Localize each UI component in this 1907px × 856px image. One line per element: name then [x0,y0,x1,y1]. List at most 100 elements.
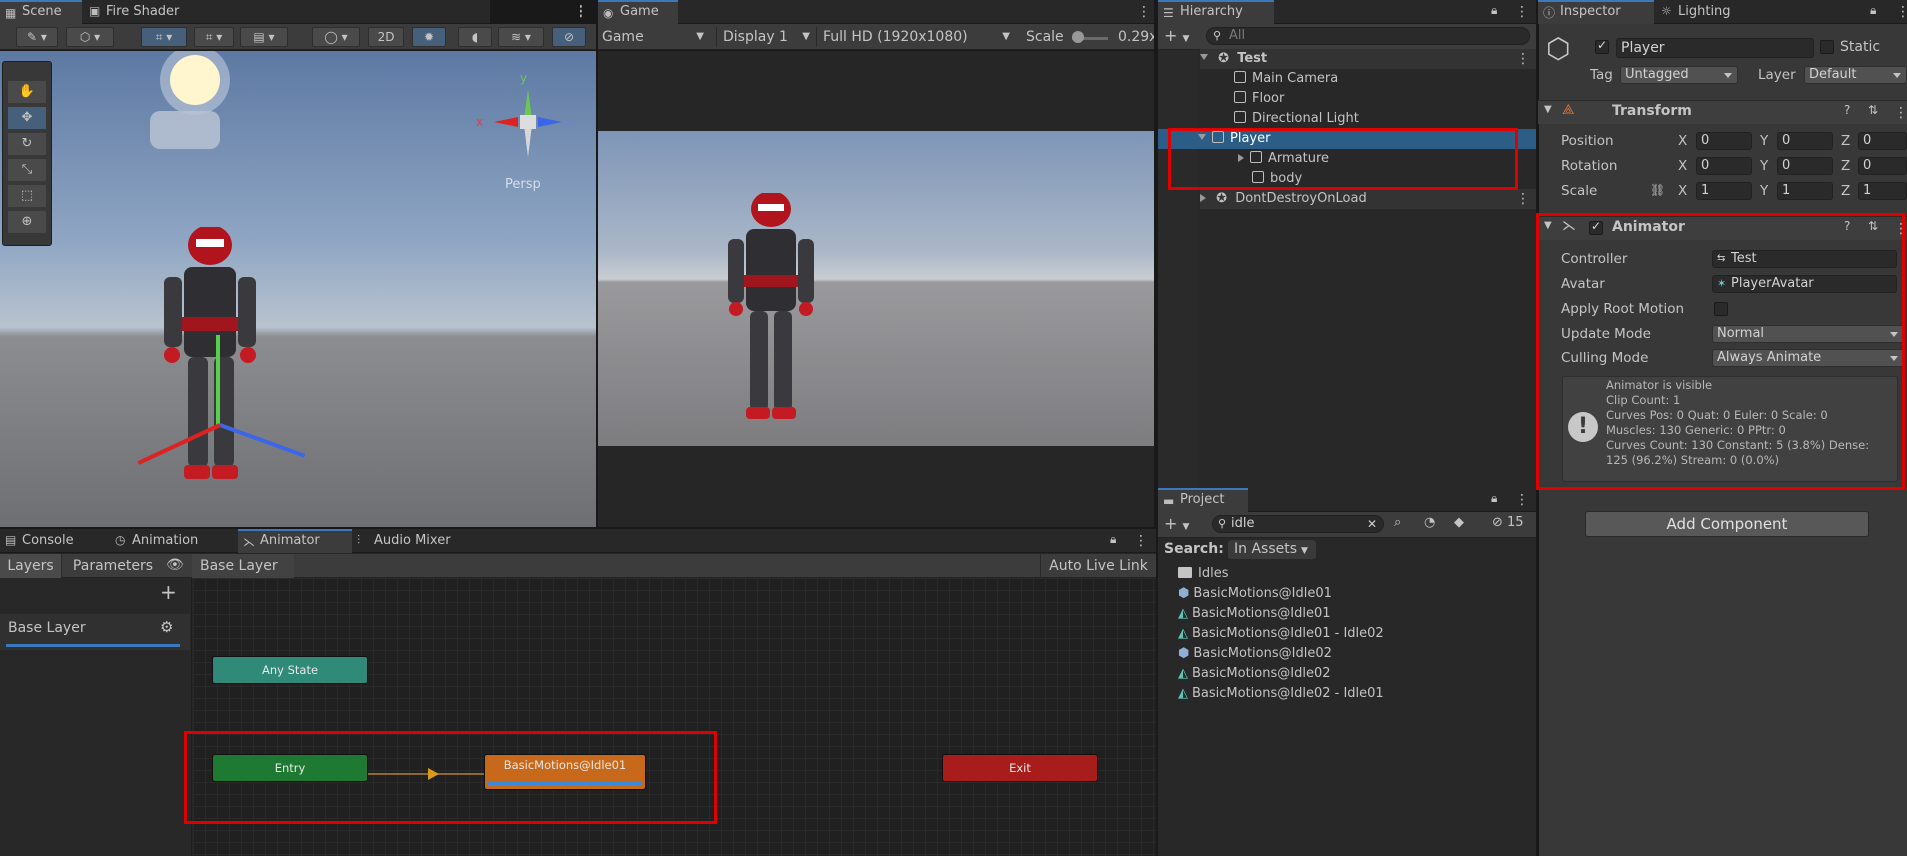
rotation-z-field[interactable]: 0 [1858,157,1907,175]
apply-root-motion-toggle[interactable] [1714,302,1728,316]
position-x-field[interactable]: 0 [1696,132,1752,150]
position-y-field[interactable]: 0 [1777,132,1833,150]
move-tool-icon[interactable]: ✥ [8,107,46,129]
layers-tab[interactable]: Layers [0,554,62,578]
game-view-dropdown[interactable]: Game ▼ [598,27,708,47]
hierarchy-item-test[interactable]: ✪ Test [1200,49,1536,69]
hierarchy-item-player[interactable]: Player [1158,129,1536,149]
search-by-type-icon[interactable]: ⌕ [1394,515,1401,530]
update-mode-dropdown[interactable]: Normal [1712,325,1904,343]
hierarchy-item-main-camera[interactable]: Main Camera [1234,69,1536,89]
collapse-arrow-icon[interactable]: ▼ [1544,104,1552,115]
auto-live-link-button[interactable]: Auto Live Link [1040,554,1156,578]
hierarchy-item-directional-light[interactable]: Directional Light [1234,109,1536,129]
scale-slider-thumb[interactable] [1072,31,1084,43]
layer-dropdown[interactable]: Default [1804,66,1907,84]
project-item[interactable]: ◭ BasicMotions@Idle02 - Idle01 [1178,684,1518,704]
controller-field[interactable]: ⇆ Test [1712,250,1897,268]
object-name-field[interactable]: Player [1616,38,1814,58]
grid-toggle-button[interactable]: ▤ ▾ [240,27,288,47]
project-lock-icon[interactable]: 🔒︎ [1491,491,1497,506]
entry-node[interactable]: Entry [212,754,368,782]
gameobject-active-toggle[interactable] [1595,38,1609,54]
exit-node[interactable]: Exit [942,754,1098,782]
hierarchy-item-floor[interactable]: Floor [1234,89,1536,109]
persp-label[interactable]: Persp [505,177,541,192]
hand-tool-icon[interactable]: ✋ [8,81,46,103]
audio-mute-icon[interactable]: ◖ [458,27,492,47]
move-gizmo-y-arrow[interactable] [216,335,220,425]
resolution-dropdown[interactable]: Full HD (1920x1080) ▼ [816,27,1014,47]
transform-header[interactable] [1538,100,1907,124]
project-search-input[interactable]: ⚲ idle ✕ [1212,515,1384,533]
create-asset-button[interactable]: + ▼ [1164,514,1196,534]
tab-scene[interactable]: ▦ Scene [0,0,82,24]
collapse-arrow-icon[interactable] [1238,154,1244,162]
rotate-tool-icon[interactable]: ↻ [8,133,46,155]
project-menu-icon[interactable]: ⋮ [1515,493,1529,507]
rect-tool-icon[interactable]: ⬚ [8,185,46,207]
scene-more-icon[interactable]: ⋮ [574,4,588,18]
project-item[interactable]: Idles [1178,564,1518,584]
any-state-node[interactable]: Any State [212,656,368,684]
tab-animation[interactable]: ◷ Animation [110,529,238,553]
tab-inspector[interactable]: ⓘ Inspector [1538,0,1654,24]
toggle-2d-button[interactable]: 2D [368,27,404,47]
collapse-arrow-icon[interactable]: ▼ [1544,220,1552,231]
display-dropdown[interactable]: Display 1 ▼ [716,27,814,47]
transform-tool-icon[interactable]: ⊕ [8,211,46,233]
scene-view[interactable]: ✋ ✥ ↻ ⤡ ⬚ ⊕ y x z Persp [0,51,596,527]
tab-game[interactable]: ◉ Game [598,0,678,24]
parameters-tab[interactable]: Parameters [63,554,163,578]
rotation-x-field[interactable]: 0 [1696,157,1752,175]
layer-weight-bar[interactable] [6,644,180,647]
transition-line[interactable] [368,773,484,775]
hierarchy-menu-icon[interactable]: ⋮ [1515,5,1529,19]
project-item[interactable]: ◭ BasicMotions@Idle02 [1178,664,1518,684]
rotation-y-field[interactable]: 0 [1777,157,1833,175]
clear-search-icon[interactable]: ✕ [1367,516,1377,532]
hierarchy-item-armature[interactable]: Armature [1238,149,1536,169]
project-item[interactable]: ◭ BasicMotions@Idle01 - Idle02 [1178,624,1518,644]
add-component-button[interactable]: Add Component [1585,511,1869,537]
game-viewport[interactable] [598,131,1154,446]
inspector-menu-icon[interactable]: ⋮ [1896,5,1907,19]
scale-z-field[interactable]: 1 [1858,182,1907,200]
lock-icon[interactable]: 🔒︎ [1491,3,1497,18]
effects-icon[interactable]: ≋ ▾ [498,27,544,47]
avatar-field[interactable]: ✶ PlayerAvatar [1712,275,1897,293]
culling-mode-dropdown[interactable]: Always Animate [1712,349,1904,367]
shading-mode-button[interactable]: ◯ ▾ [312,27,360,47]
add-object-button[interactable]: + ▼ [1164,26,1196,46]
scale-x-field[interactable]: 1 [1696,182,1752,200]
expand-arrow-icon[interactable] [1198,134,1206,140]
collapse-arrow-icon[interactable] [1200,194,1206,202]
gear-icon[interactable]: ⚙ [160,618,173,636]
animator-menu-icon[interactable]: ⋮ [1134,534,1148,548]
transition-arrow-icon[interactable] [428,768,439,780]
preset-icon[interactable]: ⇅ [1868,219,1878,233]
camera-icon[interactable] [150,111,220,149]
add-layer-icon[interactable]: + [160,580,177,604]
preset-icon[interactable]: ⇅ [1868,103,1878,117]
eye-icon[interactable]: 👁︎ [166,557,184,573]
scale-tool-icon[interactable]: ⤡ [8,159,46,181]
hierarchy-search-input[interactable]: ⚲ All [1206,27,1530,45]
expand-arrow-icon[interactable] [1200,54,1208,60]
project-item[interactable]: ⬢ BasicMotions@Idle01 [1178,584,1518,604]
idle-state-node[interactable]: BasicMotions@Idle01 [484,754,646,790]
tag-dropdown[interactable]: Untagged [1620,66,1738,84]
animator-lock-icon[interactable]: 🔒︎ [1110,532,1116,547]
orientation-gizmo[interactable] [488,69,568,179]
inspector-lock-icon[interactable]: 🔒︎ [1870,3,1876,18]
lighting-icon[interactable]: ✹ [412,27,446,47]
position-z-field[interactable]: 0 [1858,132,1907,150]
help-icon[interactable]: ? [1844,219,1850,233]
help-icon[interactable]: ? [1844,103,1850,117]
tab-lighting[interactable]: ☼ Lighting [1656,0,1776,24]
component-menu-icon[interactable]: ⋮ [1894,222,1907,236]
filter-by-label-icon[interactable]: ◆ [1454,515,1464,530]
hidden-objects-icon[interactable]: ⊘ [552,27,586,47]
layer-item[interactable]: Base Layer ⚙ [0,614,190,650]
scene-context-menu-icon[interactable]: ⋮ [1516,52,1530,66]
